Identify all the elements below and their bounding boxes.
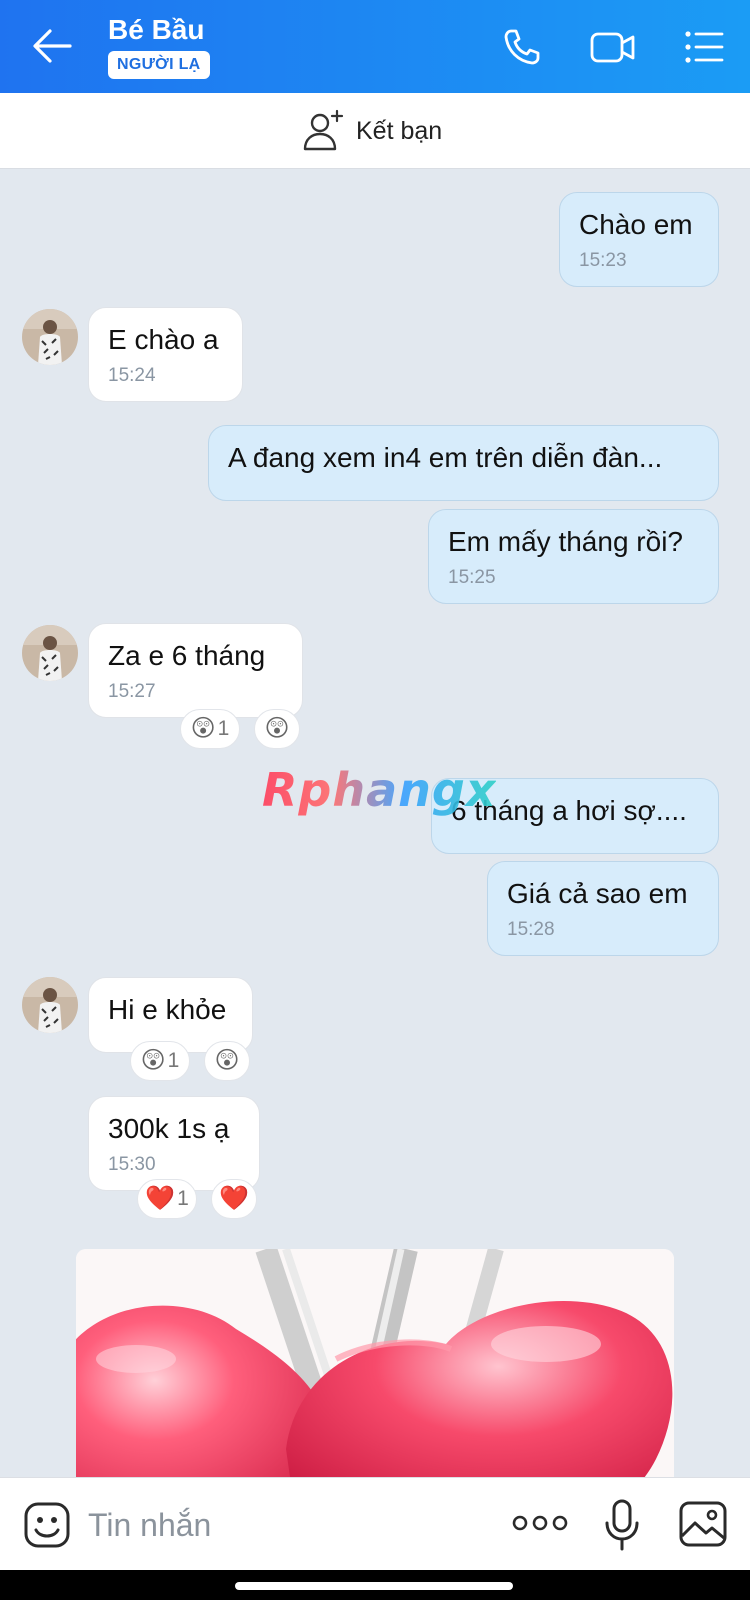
add-friend-bar: Kết bạn bbox=[0, 93, 750, 169]
message-text: A đang xem in4 em trên diễn đàn... bbox=[228, 442, 663, 473]
message-bubble-outgoing[interactable]: A đang xem in4 em trên diễn đàn... bbox=[208, 425, 719, 501]
send-image-button[interactable] bbox=[678, 1500, 728, 1553]
list-menu-icon bbox=[685, 31, 724, 63]
reaction-count: 1 bbox=[167, 1049, 180, 1072]
heart-emoji-icon: ❤️ bbox=[219, 1185, 249, 1212]
surprised-emoji-icon: 😲 bbox=[264, 715, 290, 742]
stranger-badge: NGƯỜI LẠ bbox=[108, 51, 210, 79]
message-time: 15:25 bbox=[448, 567, 496, 588]
message-composer bbox=[0, 1477, 750, 1570]
message-list[interactable]: Chào em 15:23 E chào a 15:24 A đang xem … bbox=[0, 169, 750, 1477]
message-input[interactable] bbox=[88, 1500, 388, 1550]
add-friend-label: Kết bạn bbox=[356, 116, 443, 145]
contact-avatar[interactable] bbox=[22, 625, 78, 681]
image-icon bbox=[679, 1501, 727, 1547]
surprised-emoji-icon: 😲 bbox=[190, 715, 216, 742]
message-bubble-outgoing[interactable]: Em mấy tháng rồi? 15:25 bbox=[428, 509, 719, 604]
chat-header: Bé Bầu NGƯỜI LẠ bbox=[0, 0, 750, 93]
message-text: 300k 1s ạ bbox=[108, 1113, 230, 1144]
video-camera-icon bbox=[590, 32, 635, 63]
arrow-left-icon bbox=[33, 29, 72, 63]
message-bubble-incoming[interactable]: E chào a 15:24 bbox=[88, 307, 243, 402]
voice-call-button[interactable] bbox=[499, 26, 543, 68]
avatar-photo-icon bbox=[22, 977, 78, 1033]
reaction-summary[interactable]: 😲 1 bbox=[130, 1041, 190, 1081]
message-text: Hi e khỏe bbox=[108, 994, 227, 1025]
contact-avatar[interactable] bbox=[22, 977, 78, 1033]
message-text: Giá cả sao em bbox=[507, 878, 688, 909]
sticker-button[interactable] bbox=[22, 1500, 72, 1555]
message-text: Za e 6 tháng bbox=[108, 640, 266, 671]
microphone-icon bbox=[605, 1499, 639, 1551]
message-bubble-outgoing[interactable]: Giá cả sao em 15:28 bbox=[487, 861, 719, 956]
message-bubble-incoming[interactable]: 300k 1s ạ 15:30 bbox=[88, 1096, 260, 1191]
options-menu-button[interactable] bbox=[682, 26, 726, 68]
message-text: Chào em bbox=[579, 209, 693, 240]
video-call-button[interactable] bbox=[589, 26, 635, 68]
watermark-logo: Rphangx bbox=[262, 763, 497, 817]
heart-lollipop-image bbox=[76, 1249, 674, 1477]
add-reaction-button[interactable]: 😲 bbox=[204, 1041, 250, 1081]
add-user-icon bbox=[303, 109, 344, 151]
add-reaction-button[interactable]: 😲 bbox=[254, 709, 300, 749]
emoji-icon bbox=[24, 1502, 70, 1548]
more-options-button[interactable] bbox=[512, 1508, 568, 1543]
back-button[interactable] bbox=[30, 26, 74, 66]
message-time: 15:23 bbox=[579, 250, 627, 271]
message-time: 15:24 bbox=[108, 365, 156, 386]
more-icon bbox=[512, 1515, 568, 1531]
message-time: 15:30 bbox=[108, 1154, 156, 1175]
reaction-summary[interactable]: 😲 1 bbox=[180, 709, 240, 749]
contact-avatar[interactable] bbox=[22, 309, 78, 365]
surprised-emoji-icon: 😲 bbox=[214, 1047, 240, 1074]
phone-icon bbox=[504, 29, 540, 65]
voice-message-button[interactable] bbox=[602, 1498, 642, 1557]
reaction-summary[interactable]: ❤️ 1 bbox=[137, 1179, 197, 1219]
reaction-count: 1 bbox=[177, 1187, 189, 1210]
system-navigation-bar bbox=[0, 1570, 750, 1600]
image-message[interactable] bbox=[76, 1249, 674, 1477]
avatar-photo-icon bbox=[22, 625, 78, 681]
surprised-emoji-icon: 😲 bbox=[140, 1047, 166, 1074]
message-bubble-incoming[interactable]: Za e 6 tháng 15:27 bbox=[88, 623, 303, 718]
home-indicator[interactable] bbox=[235, 1582, 513, 1590]
message-text: E chào a bbox=[108, 324, 219, 355]
message-bubble-outgoing[interactable]: Chào em 15:23 bbox=[559, 192, 719, 287]
reaction-count: 1 bbox=[217, 717, 230, 740]
message-time: 15:27 bbox=[108, 681, 156, 702]
message-time: 15:28 bbox=[507, 919, 555, 940]
add-friend-button[interactable]: Kết bạn bbox=[302, 107, 442, 155]
avatar-photo-icon bbox=[22, 309, 78, 365]
heart-emoji-icon: ❤️ bbox=[145, 1185, 176, 1212]
add-reaction-button[interactable]: ❤️ bbox=[211, 1179, 257, 1219]
message-text: Em mấy tháng rồi? bbox=[448, 526, 683, 557]
contact-name[interactable]: Bé Bầu bbox=[108, 14, 204, 46]
